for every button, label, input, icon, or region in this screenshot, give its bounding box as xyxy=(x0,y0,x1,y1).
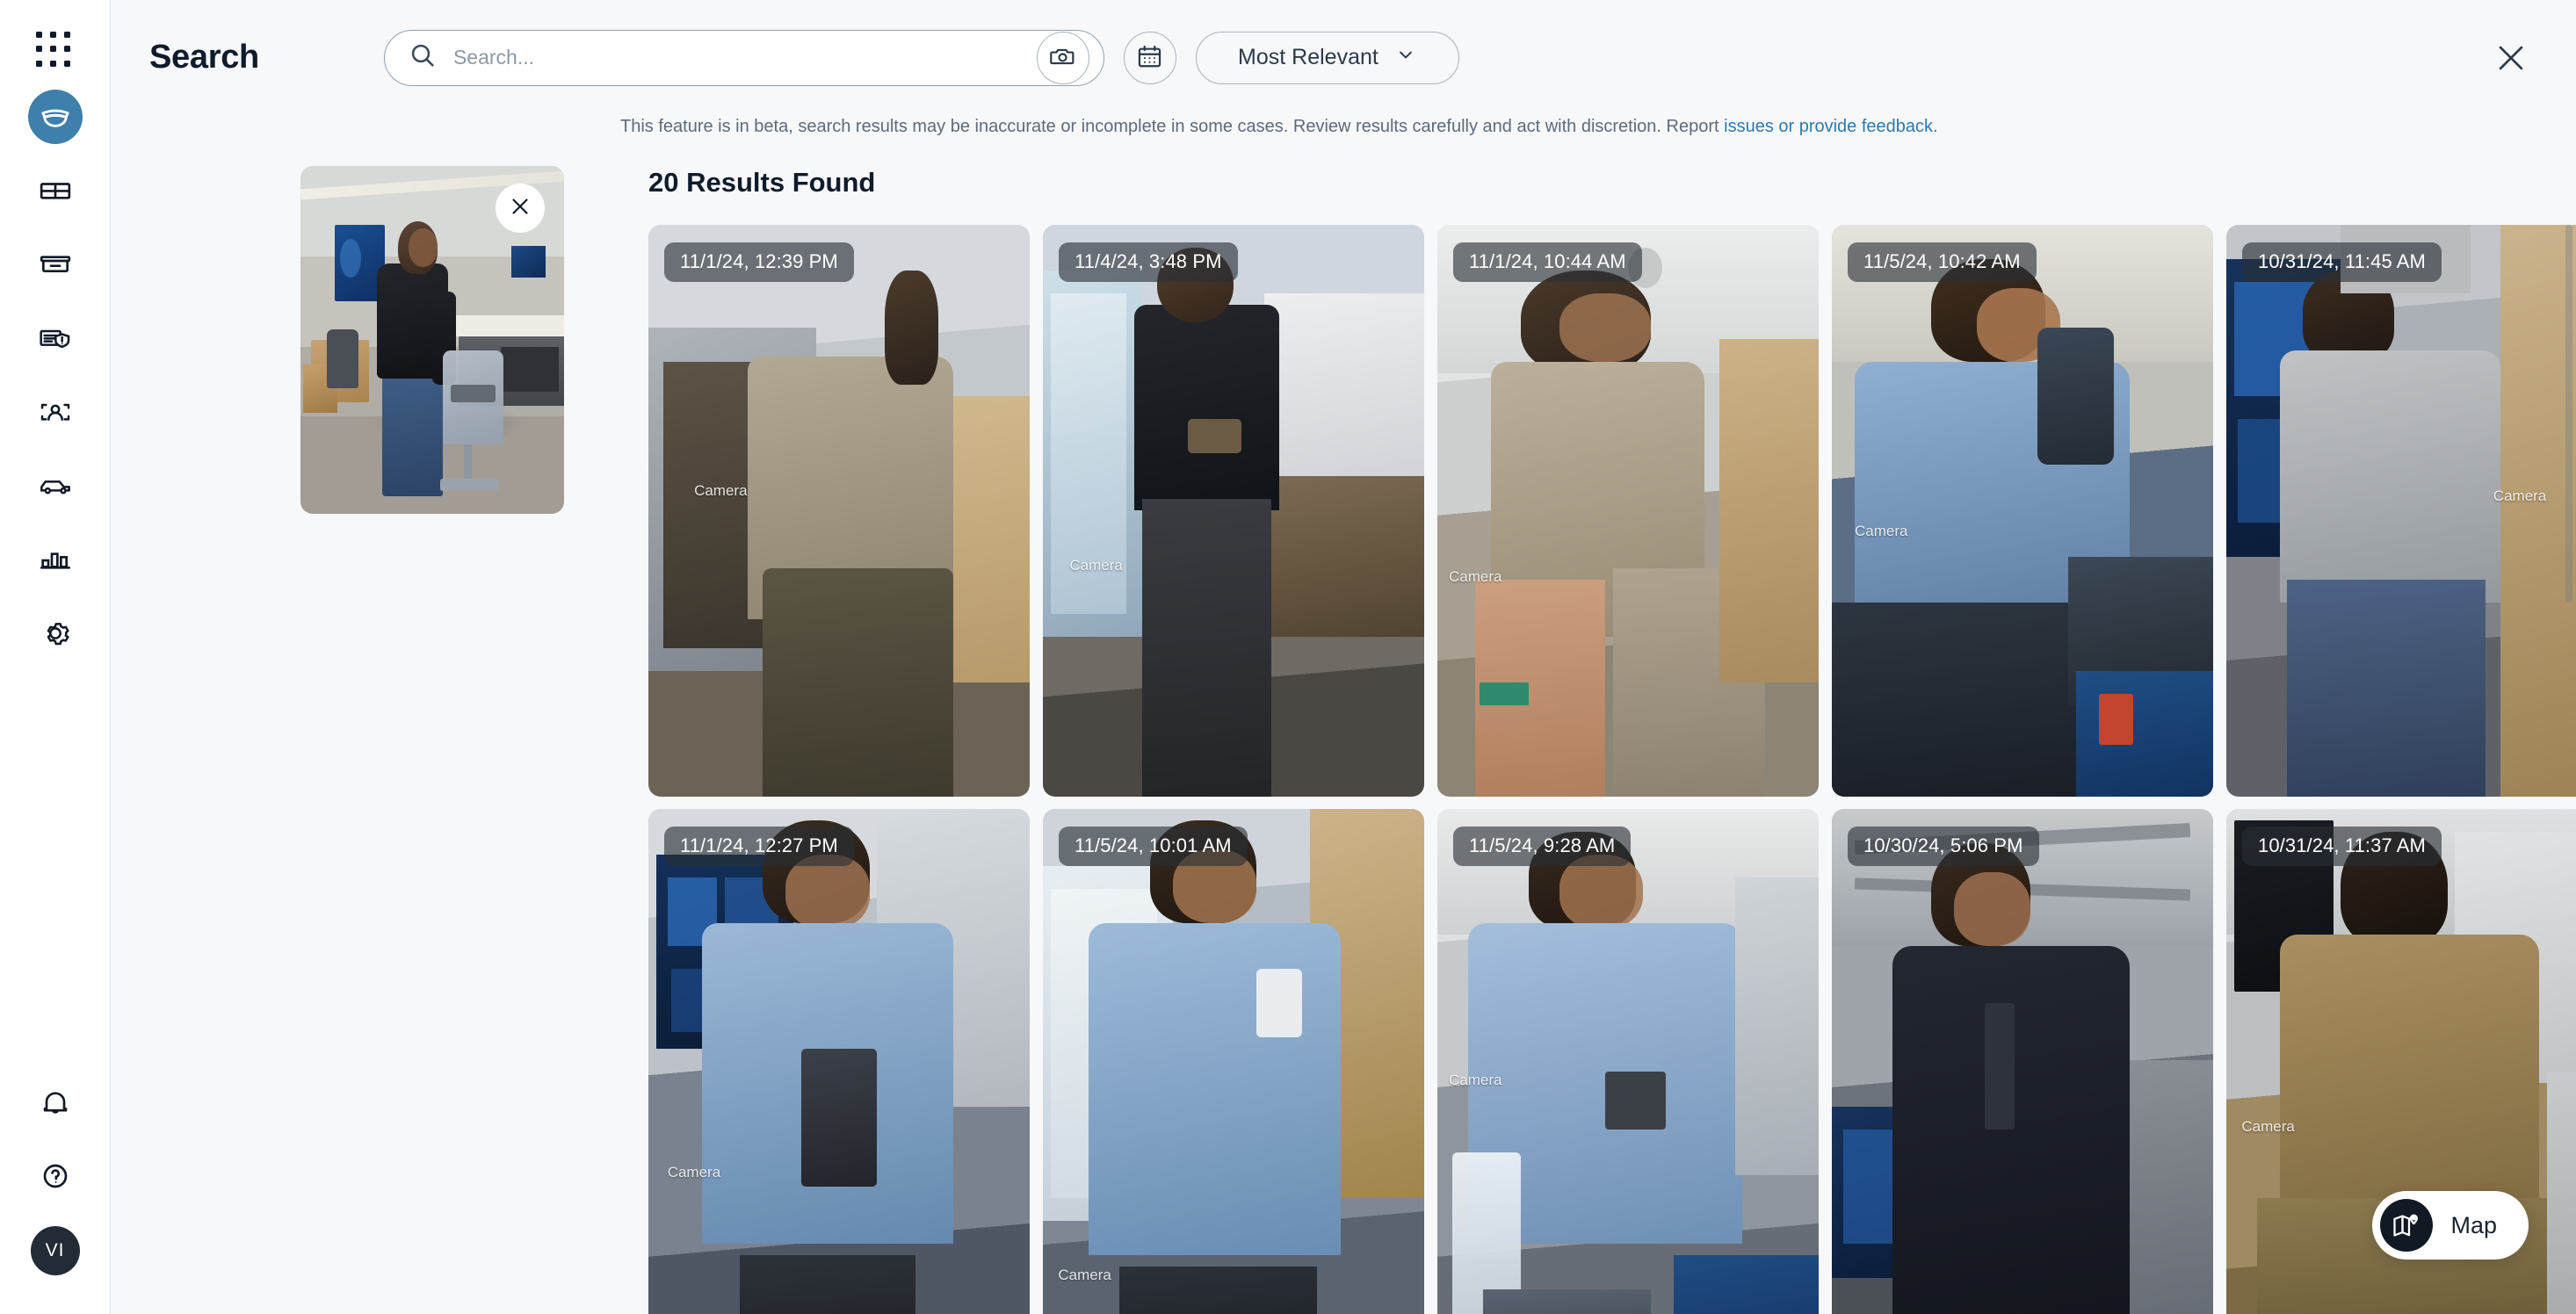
timestamp-badge: 11/1/24, 12:39 PM xyxy=(664,242,854,282)
timestamp-badge: 10/30/24, 5:06 PM xyxy=(1848,827,2039,866)
reference-image-thumbnail[interactable] xyxy=(300,166,564,514)
apps-grid-icon[interactable] xyxy=(35,32,75,70)
chevron-down-icon xyxy=(1394,43,1417,72)
results-scrollbar[interactable] xyxy=(2565,225,2572,1314)
help-circle-icon xyxy=(38,1159,73,1194)
camera-watermark: Camera xyxy=(667,1163,721,1180)
result-card[interactable]: Camera 11/5/24, 10:01 AM xyxy=(1043,809,1424,1314)
sidebar-item-alerts[interactable] xyxy=(28,311,83,365)
sidebar-item-notifications[interactable] xyxy=(28,1075,83,1130)
result-card[interactable]: Camera 11/4/24, 3:48 PM xyxy=(1043,225,1424,797)
camera-watermark: Camera xyxy=(694,481,748,499)
sidebar-item-vehicles[interactable] xyxy=(28,458,83,513)
page-title: Search xyxy=(149,39,259,76)
layout-grid-icon xyxy=(38,173,73,208)
camera-watermark: Camera xyxy=(2493,487,2547,505)
camera-watermark: Camera xyxy=(1855,522,1908,539)
gear-icon xyxy=(38,616,73,651)
timestamp-badge: 11/1/24, 12:27 PM xyxy=(664,827,854,866)
feedback-link[interactable]: issues or provide feedback. xyxy=(1724,117,1937,136)
main-content: Search Search... Most Relevant This feat… xyxy=(111,0,2576,1314)
camera-watermark: Camera xyxy=(2241,1117,2295,1135)
result-card[interactable]: Camera 11/1/24, 12:27 PM xyxy=(648,809,1030,1314)
sidebar-item-cameras[interactable] xyxy=(27,90,83,144)
sidebar-item-analytics[interactable] xyxy=(28,532,83,587)
map-toggle-button[interactable]: Map xyxy=(2372,1191,2529,1260)
timestamp-badge: 11/5/24, 10:42 AM xyxy=(1848,242,2037,282)
sidebar-item-archive[interactable] xyxy=(28,237,83,292)
calendar-icon xyxy=(1135,42,1164,74)
result-thumbnail: Camera xyxy=(1437,809,1819,1314)
result-card[interactable]: Camera 11/1/24, 10:44 AM xyxy=(1437,225,1819,797)
close-icon xyxy=(507,193,533,224)
results-grid: Camera 11/1/24, 12:39 PM Camera 11/4/24,… xyxy=(648,225,2576,1314)
camera-watermark: Camera xyxy=(1069,556,1123,574)
person-detect-icon xyxy=(38,394,73,430)
primary-sidebar: VI xyxy=(0,0,111,1314)
avatar[interactable]: VI xyxy=(30,1226,80,1275)
sidebar-item-help[interactable] xyxy=(28,1149,83,1203)
result-thumbnail: Camera xyxy=(2226,225,2576,797)
result-card[interactable]: Camera 11/5/24, 10:42 AM xyxy=(1832,225,2213,797)
timestamp-badge: 11/5/24, 9:28 AM xyxy=(1453,827,1632,866)
beta-notice-text: This feature is in beta, search results … xyxy=(620,117,1719,136)
camera-icon xyxy=(1048,42,1077,74)
visual-search-camera-button[interactable] xyxy=(1036,31,1089,84)
search-controls: Most Relevant xyxy=(383,29,1459,86)
search-icon xyxy=(408,40,438,75)
beta-notice: This feature is in beta, search results … xyxy=(620,117,1938,137)
scrollbar-thumb[interactable] xyxy=(2565,225,2572,603)
result-card[interactable]: Camera 10/30/24, 5:06 PM xyxy=(1832,809,2213,1314)
result-thumbnail: Camera xyxy=(1043,225,1424,797)
alert-document-icon xyxy=(38,321,73,356)
timestamp-badge: 10/31/24, 11:45 AM xyxy=(2242,242,2442,282)
camera-watermark: Camera xyxy=(1449,1072,1502,1089)
sidebar-item-layouts[interactable] xyxy=(28,163,83,218)
camera-watermark: Camera xyxy=(1449,567,1502,585)
sidebar-item-people[interactable] xyxy=(28,385,83,439)
result-thumbnail: Camera xyxy=(1437,225,1819,797)
result-card[interactable]: Camera 10/31/24, 11:45 AM xyxy=(2226,225,2576,797)
map-button-label: Map xyxy=(2450,1211,2497,1238)
sidebar-item-settings[interactable] xyxy=(28,606,83,661)
app-root: VI Search Search... Most Relevant This f… xyxy=(0,0,2576,1314)
date-filter-button[interactable] xyxy=(1123,31,1176,84)
timestamp-badge: 10/31/24, 11:37 AM xyxy=(2242,827,2442,866)
timestamp-badge: 11/1/24, 10:44 AM xyxy=(1453,242,1642,282)
search-input[interactable] xyxy=(452,46,1021,69)
result-thumbnail: Camera xyxy=(648,809,1030,1314)
top-bar: Search Search... Most Relevant xyxy=(111,0,2576,115)
timestamp-badge: 11/4/24, 3:48 PM xyxy=(1059,242,1238,282)
result-thumbnail: Camera xyxy=(648,225,1030,797)
bar-chart-icon xyxy=(38,542,73,577)
sort-dropdown[interactable]: Most Relevant xyxy=(1195,31,1459,84)
vehicle-icon xyxy=(38,468,73,503)
dome-camera-icon xyxy=(38,99,73,134)
archive-box-icon xyxy=(38,247,73,282)
map-icon xyxy=(2380,1199,2434,1252)
result-thumbnail: Camera xyxy=(1832,225,2213,797)
remove-reference-image-button[interactable] xyxy=(496,184,545,233)
result-thumbnail: Camera xyxy=(1832,809,2213,1314)
close-search-button[interactable] xyxy=(2492,39,2530,77)
bell-icon xyxy=(38,1085,73,1120)
timestamp-badge: 11/5/24, 10:01 AM xyxy=(1059,827,1248,866)
sort-dropdown-label: Most Relevant xyxy=(1238,45,1378,69)
results-count: 20 Results Found xyxy=(648,167,876,198)
result-card[interactable]: Camera 11/1/24, 12:39 PM xyxy=(648,225,1030,797)
search-bar[interactable] xyxy=(383,29,1104,86)
result-card[interactable]: Camera 11/5/24, 9:28 AM xyxy=(1437,809,1819,1314)
camera-watermark: Camera xyxy=(1058,1266,1111,1283)
result-thumbnail: Camera xyxy=(1043,809,1424,1314)
